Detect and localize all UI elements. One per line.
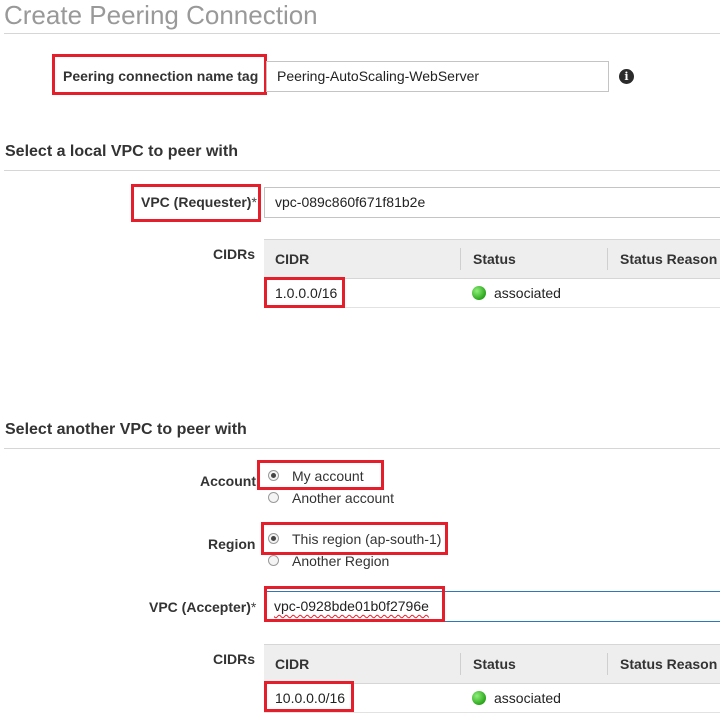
local-section-divider (4, 170, 720, 171)
highlight-box (52, 54, 267, 95)
column-header-status-reason[interactable]: Status Reason (620, 240, 717, 278)
name-tag-input[interactable]: Peering-AutoScaling-WebServer (266, 61, 609, 92)
account-label: Account (200, 473, 256, 489)
column-header-status[interactable]: Status (473, 240, 516, 278)
required-mark: * (250, 599, 257, 615)
column-header-status-reason[interactable]: Status Reason (620, 645, 717, 683)
highlight-box (264, 681, 354, 712)
column-divider (460, 248, 461, 270)
column-divider (607, 248, 608, 270)
radio-another-account[interactable]: Another account (268, 488, 394, 508)
highlight-box (264, 586, 445, 622)
status-cell: associated (472, 684, 561, 712)
table-header: CIDR Status Status Reason (264, 645, 720, 684)
local-vpc-heading: Select a local VPC to peer with (5, 143, 238, 160)
column-divider (460, 653, 461, 675)
cidrs-label: CIDRs (213, 651, 256, 667)
status-ok-icon (472, 691, 486, 706)
highlight-box (264, 277, 345, 308)
radio-unchecked-icon[interactable] (268, 554, 279, 566)
column-header-cidr[interactable]: CIDR (275, 645, 309, 683)
column-divider (607, 653, 608, 675)
status-ok-icon (472, 286, 486, 301)
remote-section-divider (4, 448, 720, 449)
info-icon[interactable]: i (619, 69, 634, 84)
status-text: associated (494, 690, 561, 706)
title-divider (4, 33, 720, 34)
column-header-status[interactable]: Status (473, 645, 516, 683)
vpc-accepter-label: VPC (Accepter)* (149, 599, 257, 615)
region-label: Region (208, 536, 256, 552)
column-header-cidr[interactable]: CIDR (275, 240, 309, 278)
table-header: CIDR Status Status Reason (264, 240, 720, 279)
vpc-requester-input[interactable]: vpc-089c860f671f81b2e (264, 187, 720, 218)
highlight-box (261, 522, 448, 555)
another-vpc-heading: Select another VPC to peer with (5, 421, 247, 438)
highlight-box (257, 460, 384, 490)
highlight-box (131, 184, 261, 222)
radio-unchecked-icon[interactable] (268, 491, 279, 503)
status-cell: associated (472, 279, 561, 307)
cidrs-label: CIDRs (213, 246, 256, 262)
status-text: associated (494, 285, 561, 301)
page-title: Create Peering Connection (4, 0, 318, 30)
